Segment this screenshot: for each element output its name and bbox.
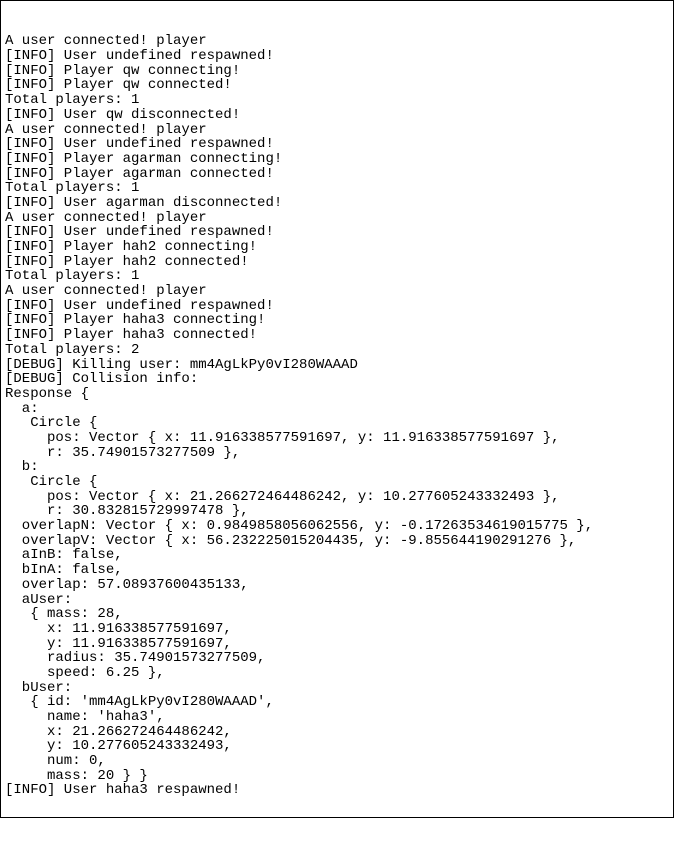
console-log-output: A user connected! player [INFO] User und…: [5, 34, 669, 798]
